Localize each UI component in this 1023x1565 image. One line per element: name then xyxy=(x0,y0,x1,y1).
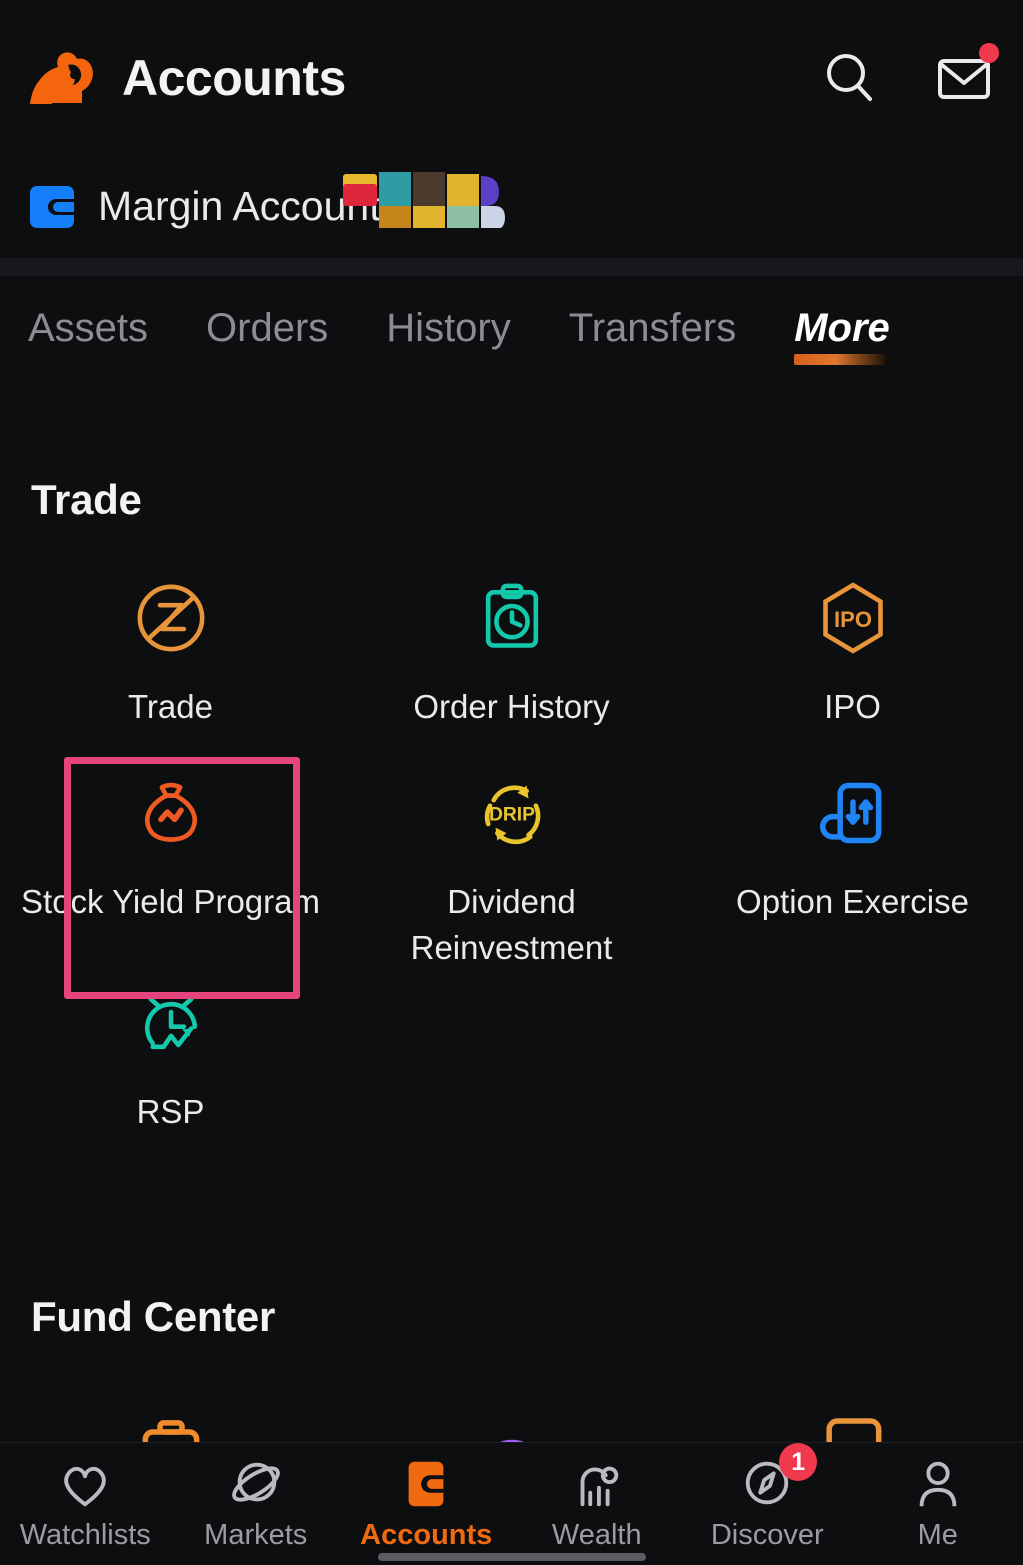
tab-more[interactable]: More xyxy=(794,305,890,365)
nav-label: Discover xyxy=(710,1519,824,1551)
section-divider xyxy=(0,258,1023,276)
section-title-fund-center: Fund Center xyxy=(31,1293,276,1340)
grid-item-option-exercise[interactable]: Option Exercise xyxy=(682,765,1023,975)
grid-item-order-history[interactable]: Order History xyxy=(341,570,682,765)
nav-item-accounts[interactable]: Accounts xyxy=(341,1455,512,1552)
grid-item-dividend-reinvestment[interactable]: DRIP Dividend Reinvestment xyxy=(341,765,682,975)
color-blocks-overlay xyxy=(343,172,505,228)
alarm-clock-chart-icon xyxy=(127,975,215,1071)
grid-item-trade[interactable]: Trade xyxy=(0,570,341,765)
discover-badge: 1 xyxy=(779,1443,818,1481)
nav-label: Markets xyxy=(204,1519,308,1551)
tab-label: More xyxy=(794,305,890,350)
account-selector-row[interactable]: Margin Account xyxy=(0,155,1023,258)
tab-history[interactable]: History xyxy=(386,306,510,359)
grid-item-label: Dividend Reinvestment xyxy=(410,883,613,966)
grid-item-label: RSP xyxy=(136,1093,205,1130)
app-header: Accounts xyxy=(0,0,1023,155)
wallet-icon xyxy=(398,1455,454,1513)
compass-icon: 1 xyxy=(739,1443,818,1513)
bottom-navigation: Watchlists Markets Accounts Wealth 1 Dis… xyxy=(0,1442,1023,1565)
mail-icon[interactable] xyxy=(933,42,999,109)
svg-text:IPO: IPO xyxy=(834,607,872,632)
money-bag-icon xyxy=(127,765,215,861)
nav-item-wealth[interactable]: Wealth xyxy=(512,1455,683,1552)
app-screen: Accounts Margin Account Assets Orders Hi… xyxy=(0,0,1023,1565)
option-exercise-icon xyxy=(809,765,897,861)
mail-notification-badge xyxy=(979,42,999,63)
home-indicator xyxy=(377,1553,646,1561)
tab-label: Orders xyxy=(206,305,329,350)
tab-active-underline xyxy=(794,353,886,365)
account-name: Margin Account xyxy=(98,183,381,229)
nav-label: Me xyxy=(917,1519,958,1551)
svg-text:DRIP: DRIP xyxy=(489,804,535,825)
tab-label: Transfers xyxy=(568,305,737,350)
grid-item-label: Stock Yield Program xyxy=(21,883,320,920)
nav-label: Wealth xyxy=(551,1519,642,1551)
tab-label: History xyxy=(386,305,511,350)
tab-transfers[interactable]: Transfers xyxy=(569,306,736,359)
nav-label: Watchlists xyxy=(19,1519,151,1551)
nav-item-markets[interactable]: Markets xyxy=(171,1455,342,1552)
nav-item-discover[interactable]: 1 Discover xyxy=(682,1443,853,1552)
moomoo-bull-logo xyxy=(30,51,93,104)
person-icon xyxy=(910,1455,966,1513)
planet-icon xyxy=(228,1455,284,1513)
ipo-hexagon-icon: IPO xyxy=(809,570,897,666)
search-icon[interactable] xyxy=(819,47,881,109)
trade-circle-z-icon xyxy=(127,570,215,666)
nav-item-me[interactable]: Me xyxy=(853,1455,1023,1552)
account-tab-bar: Assets Orders History Transfers More xyxy=(0,276,1023,388)
grid-item-label: Order History xyxy=(413,688,610,725)
section-title-trade: Trade xyxy=(31,476,142,523)
tab-assets[interactable]: Assets xyxy=(28,306,148,359)
drip-refresh-icon: DRIP xyxy=(468,765,556,861)
nav-label: Accounts xyxy=(360,1519,493,1551)
grid-item-label: Trade xyxy=(128,688,213,725)
nav-item-watchlists[interactable]: Watchlists xyxy=(0,1455,171,1552)
heart-icon xyxy=(57,1455,113,1513)
grid-item-rsp[interactable]: RSP xyxy=(0,975,341,1145)
tab-label: Assets xyxy=(28,305,149,350)
clipboard-clock-icon xyxy=(468,570,556,666)
grid-item-ipo[interactable]: IPO IPO xyxy=(682,570,1023,765)
trade-grid: Trade Order History IPO IPO Stock Yield … xyxy=(0,570,1023,1145)
grid-item-label: IPO xyxy=(824,688,881,725)
tab-orders[interactable]: Orders xyxy=(206,306,328,359)
page-title: Accounts xyxy=(122,49,346,106)
grid-item-label: Option Exercise xyxy=(736,883,969,920)
wallet-icon xyxy=(30,185,74,228)
grid-item-stock-yield-program[interactable]: Stock Yield Program xyxy=(0,765,341,975)
wealth-chart-icon xyxy=(569,1455,625,1513)
